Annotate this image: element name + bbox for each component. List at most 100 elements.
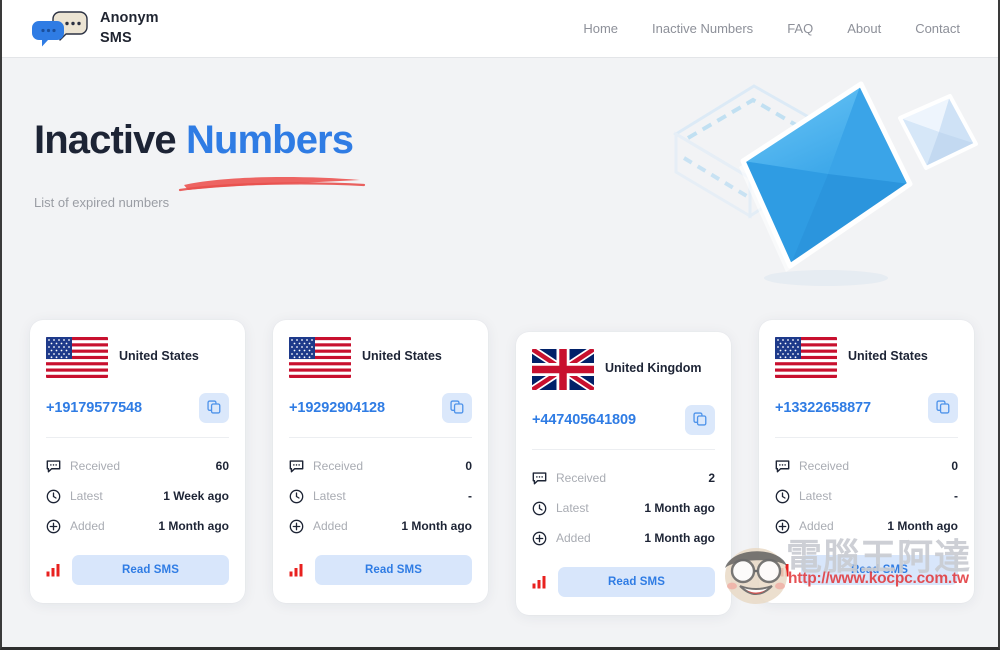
- copy-icon: [936, 399, 950, 417]
- stat-value-received: 0: [465, 459, 472, 473]
- stat-label-added: Added: [313, 519, 348, 533]
- plus-circle-icon: [532, 531, 547, 546]
- card-country: United States: [289, 336, 472, 378]
- number-card[interactable]: United States +19179577548 Received 60 L…: [30, 320, 245, 603]
- copy-number-button[interactable]: [199, 393, 229, 423]
- copy-icon: [207, 399, 221, 417]
- stat-row-received: Received 2: [532, 463, 715, 493]
- card-divider: [289, 437, 472, 438]
- stat-label-latest: Latest: [313, 489, 346, 503]
- card-number-row: +19179577548: [46, 393, 229, 423]
- stat-label-added: Added: [799, 519, 834, 533]
- read-sms-button[interactable]: Read SMS: [315, 555, 472, 585]
- nav-item-inactive-numbers[interactable]: Inactive Numbers: [652, 21, 753, 36]
- plus-circle-icon: [289, 519, 304, 534]
- card-number-row: +447405641809: [532, 405, 715, 435]
- nav-item-home[interactable]: Home: [583, 21, 618, 36]
- inactive-numbers-card-list: United States +19179577548 Received 60 L…: [2, 320, 998, 615]
- card-footer: Read SMS: [46, 555, 229, 585]
- clock-icon: [532, 501, 547, 516]
- stat-row-latest: Latest -: [775, 481, 958, 511]
- brand-name-line2: SMS: [100, 29, 132, 46]
- site-header: Anonym SMS Home Inactive Numbers FAQ Abo…: [2, 0, 998, 58]
- clock-icon: [775, 489, 790, 504]
- stat-label-received: Received: [70, 459, 121, 473]
- brand-name: Anonym SMS: [100, 9, 159, 47]
- message-bubble-icon: [532, 471, 547, 486]
- country-name: United States: [848, 349, 928, 364]
- phone-number[interactable]: +19179577548: [46, 400, 142, 416]
- stat-row-added: Added 1 Month ago: [775, 511, 958, 541]
- stat-row-latest: Latest 1 Month ago: [532, 493, 715, 523]
- stat-row-received: Received 60: [46, 451, 229, 481]
- country-name: United States: [362, 349, 442, 364]
- stat-row-latest: Latest -: [289, 481, 472, 511]
- stat-row-received: Received 0: [289, 451, 472, 481]
- message-bubble-icon: [46, 459, 61, 474]
- card-number-row: +13322658877: [775, 393, 958, 423]
- card-divider: [46, 437, 229, 438]
- stat-value-added: 1 Month ago: [158, 519, 229, 533]
- envelopes-illustration: [658, 66, 988, 316]
- card-stats: Received 60 Latest 1 Week ago Added 1 Mo…: [46, 451, 229, 541]
- stat-value-received: 0: [951, 459, 958, 473]
- stat-value-latest: -: [954, 489, 958, 503]
- stat-label-received: Received: [556, 471, 607, 485]
- card-footer: Read SMS: [775, 555, 958, 585]
- plus-circle-icon: [775, 519, 790, 534]
- phone-number[interactable]: +13322658877: [775, 400, 871, 416]
- signal-bars-icon: [289, 563, 305, 577]
- card-footer: Read SMS: [532, 567, 715, 597]
- us-flag-icon: [775, 336, 837, 378]
- plus-circle-icon: [46, 519, 61, 534]
- stat-value-latest: 1 Week ago: [163, 489, 229, 503]
- phone-number[interactable]: +447405641809: [532, 412, 636, 428]
- number-card[interactable]: United Kingdom +447405641809 Received 2 …: [516, 332, 731, 615]
- speech-bubbles-icon: [30, 9, 90, 49]
- nav-item-about[interactable]: About: [847, 21, 881, 36]
- hero-section: Inactive Numbers List of expired numbers: [2, 58, 998, 320]
- nav-item-contact[interactable]: Contact: [915, 21, 960, 36]
- phone-number[interactable]: +19292904128: [289, 400, 385, 416]
- copy-number-button[interactable]: [928, 393, 958, 423]
- read-sms-button[interactable]: Read SMS: [72, 555, 229, 585]
- country-name: United Kingdom: [605, 361, 702, 376]
- signal-bars-icon: [46, 563, 62, 577]
- title-underline-brush-icon: [178, 161, 368, 192]
- uk-flag-icon: [532, 348, 594, 390]
- brand-name-line1: Anonym: [100, 10, 159, 27]
- card-divider: [775, 437, 958, 438]
- main-nav: Home Inactive Numbers FAQ About Contact: [583, 21, 974, 36]
- card-country: United States: [46, 336, 229, 378]
- stat-row-added: Added 1 Month ago: [532, 523, 715, 553]
- us-flag-icon: [46, 336, 108, 378]
- nav-item-faq[interactable]: FAQ: [787, 21, 813, 36]
- signal-bars-icon: [775, 563, 791, 577]
- page-title-primary: Inactive: [34, 118, 177, 162]
- stat-value-added: 1 Month ago: [644, 531, 715, 545]
- card-divider: [532, 449, 715, 450]
- card-stats: Received 2 Latest 1 Month ago Added 1 Mo…: [532, 463, 715, 553]
- copy-number-button[interactable]: [442, 393, 472, 423]
- card-country: United Kingdom: [532, 348, 715, 390]
- stat-label-received: Received: [799, 459, 850, 473]
- stat-value-latest: -: [468, 489, 472, 503]
- copy-icon: [693, 411, 707, 429]
- card-stats: Received 0 Latest - Added 1 Month ago: [289, 451, 472, 541]
- clock-icon: [289, 489, 304, 504]
- clock-icon: [46, 489, 61, 504]
- stat-label-latest: Latest: [70, 489, 103, 503]
- card-country: United States: [775, 336, 958, 378]
- number-card[interactable]: United States +19292904128 Received 0 La…: [273, 320, 488, 603]
- brand-logo-link[interactable]: Anonym SMS: [30, 9, 159, 49]
- read-sms-button[interactable]: Read SMS: [558, 567, 715, 597]
- stat-label-latest: Latest: [556, 501, 589, 515]
- copy-number-button[interactable]: [685, 405, 715, 435]
- stat-value-added: 1 Month ago: [887, 519, 958, 533]
- read-sms-button[interactable]: Read SMS: [801, 555, 958, 585]
- stat-label-latest: Latest: [799, 489, 832, 503]
- message-bubble-icon: [775, 459, 790, 474]
- stat-label-received: Received: [313, 459, 364, 473]
- signal-bars-icon: [532, 575, 548, 589]
- number-card[interactable]: United States +13322658877 Received 0 La…: [759, 320, 974, 603]
